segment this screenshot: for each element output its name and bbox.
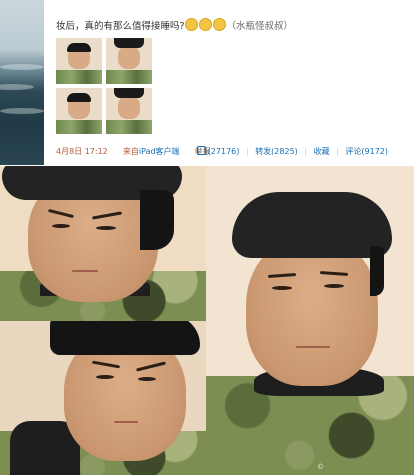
photo-thumbnail[interactable] — [106, 88, 152, 134]
selfie-photo-2[interactable] — [0, 321, 206, 475]
selfie-photo-1[interactable] — [0, 166, 206, 321]
like-count: (27176) — [207, 147, 240, 156]
watermark: © — [317, 463, 324, 471]
favorite-button[interactable]: 收藏 — [314, 147, 330, 156]
smiley-emoji-icon — [185, 18, 199, 31]
like-button[interactable]: (27176) — [196, 146, 240, 156]
source-link[interactable]: iPad客户端 — [139, 147, 180, 156]
post-body: 妆后，真的有那么值得接睡吗? — [56, 21, 185, 32]
smiley-emoji-icon — [199, 18, 213, 31]
post-time[interactable]: 4月8日 17:12 — [56, 147, 108, 156]
smiley-emoji-icon — [213, 18, 227, 31]
source-prefix: 来自 — [122, 147, 139, 156]
photo-collage: © — [0, 166, 414, 475]
photo-thumbnail[interactable] — [56, 38, 102, 84]
repost-button[interactable]: 转发(2825) — [255, 147, 298, 156]
weibo-post: 妆后，真的有那么值得接睡吗? （水瓶怪叔叔） 4月8日 17:12 来自iPad客… — [0, 0, 414, 165]
post-tail: （水瓶怪叔叔） — [226, 21, 294, 32]
selfie-photo-3[interactable]: © — [206, 166, 414, 475]
sea-background-image — [0, 0, 44, 165]
thumbs-up-icon — [196, 146, 206, 155]
post-meta: 4月8日 17:12 来自iPad客户端 举报 — [56, 146, 211, 157]
photo-thumbnail[interactable] — [106, 38, 152, 84]
comment-button[interactable]: 评论(9172) — [345, 147, 388, 156]
photo-thumbnail[interactable] — [56, 88, 102, 134]
photo-thumbnail-grid — [56, 38, 152, 134]
post-text: 妆后，真的有那么值得接睡吗? （水瓶怪叔叔） — [56, 18, 293, 32]
post-actions: (27176) | 转发(2825) | 收藏 | 评论(9172) — [196, 146, 388, 157]
